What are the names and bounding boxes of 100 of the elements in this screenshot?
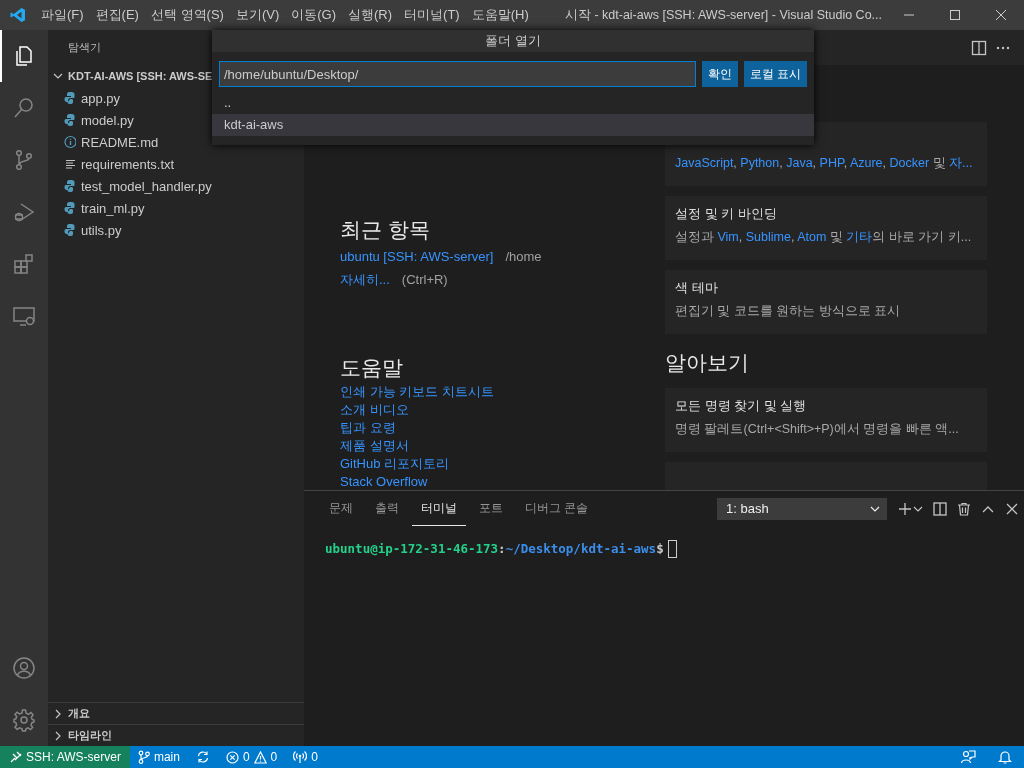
ports-indicator[interactable]: 0	[285, 746, 326, 768]
help-link[interactable]: 팁과 요령	[340, 419, 396, 437]
close-icon[interactable]	[995, 9, 1007, 21]
section-header[interactable]: 타임라인	[68, 728, 112, 743]
file-name[interactable]: README.md	[81, 134, 159, 150]
text-file-icon	[64, 157, 76, 171]
panel-tab[interactable]: 문제	[320, 491, 362, 526]
card-description: 설정과 Vim, Sublime, Atom 및 기타의 바로 가기 키...	[675, 229, 973, 246]
remote-icon	[10, 751, 22, 763]
card-background[interactable]: 모든 명령 찾기 및 실행 명령 팔레트(Ctrl+<Shift>+P)에서 명령을 빠른 액...	[665, 388, 987, 452]
card-link[interactable]: Java	[786, 156, 813, 170]
card-link[interactable]: 자...	[949, 156, 973, 170]
menu-item[interactable]: 이동(G)	[285, 0, 343, 30]
help-link[interactable]: 인쇄 가능 키보드 치트시트	[340, 383, 494, 401]
file-name[interactable]: model.py	[81, 112, 134, 128]
extensions-icon[interactable]	[12, 252, 36, 276]
section-heading: 도움말	[340, 355, 404, 381]
file-name[interactable]: train_ml.py	[81, 200, 145, 216]
section-header[interactable]: 개요	[68, 706, 90, 721]
recent-link[interactable]: ubuntu [SSH: AWS-server]	[340, 249, 494, 264]
close-icon[interactable]	[1005, 501, 1019, 516]
card-link[interactable]: Vim	[717, 230, 739, 244]
plus-icon[interactable]	[898, 501, 912, 516]
panel-tab[interactable]: 출력	[366, 491, 408, 526]
remote-indicator[interactable]: SSH: AWS-server	[0, 746, 130, 768]
card-link[interactable]: Sublime	[745, 230, 791, 244]
account-icon[interactable]	[12, 656, 36, 680]
recent-detail: /home	[505, 249, 542, 264]
problems-indicator[interactable]: 0 0	[217, 746, 286, 768]
menu-item[interactable]: 도움말(H)	[465, 0, 535, 30]
help-link[interactable]: 소개 비디오	[340, 401, 409, 419]
terminal-dropdown[interactable]: 1: bash	[717, 497, 887, 520]
maximize-icon[interactable]	[949, 9, 961, 21]
info-icon	[64, 135, 76, 149]
card-link[interactable]: Atom	[797, 230, 827, 244]
card-link[interactable]: Docker	[889, 156, 930, 170]
split-editor-icon[interactable]	[971, 39, 987, 56]
panel-tab[interactable]: 터미널	[412, 491, 466, 526]
card-title: 모든 명령 찾기 및 실행	[675, 397, 808, 415]
trash-icon[interactable]	[957, 501, 971, 516]
folder-list-item[interactable]: ..	[212, 92, 814, 114]
help-link[interactable]: Stack Overflow	[340, 473, 428, 490]
antenna-icon	[293, 750, 308, 764]
python-file-icon	[64, 179, 76, 193]
path-input-field[interactable]: /home/ubuntu/Desktop/	[219, 61, 696, 87]
card-link[interactable]: PHP	[819, 156, 844, 170]
remote-explorer-icon[interactable]	[12, 304, 36, 328]
section-heading: 최근 항목	[340, 217, 431, 243]
search-icon[interactable]	[12, 96, 36, 120]
dialog-button[interactable]: 로컬 표시	[743, 61, 807, 87]
card-description: 편집기 및 코드를 원하는 방식으로 표시	[675, 303, 902, 320]
card-background[interactable]: 설정 및 키 바인딩 설정과 Vim, Sublime, Atom 및 기타의 바로 가기 키...	[665, 196, 987, 260]
panel-tab[interactable]: 디버그 콘솔	[516, 491, 598, 526]
menu-item[interactable]: 편집(E)	[89, 0, 145, 30]
card-description: JavaScript, Python, Java, PHP, Azure, Docker 및 자...	[675, 155, 974, 172]
file-name[interactable]: requirements.txt	[81, 156, 175, 172]
warning-icon	[253, 750, 267, 764]
dropdown-value: 1: bash	[726, 501, 769, 516]
sidebar-title: 탐색기	[67, 40, 102, 55]
python-file-icon	[64, 113, 76, 127]
window-title: 시작 - kdt-ai-aws [SSH: AWS-server] - Visual Studio Co...	[563, 6, 883, 24]
split-terminal-icon[interactable]	[933, 501, 947, 516]
folder-name[interactable]: KDT-AI-AWS [SSH: AWS-SE	[68, 70, 213, 82]
file-name[interactable]: utils.py	[81, 222, 122, 238]
file-name[interactable]: app.py	[81, 90, 121, 106]
section-heading: 알아보기	[665, 350, 750, 376]
terminal-cursor	[667, 540, 677, 558]
recent-link[interactable]: 자세히...	[340, 272, 390, 287]
menu-item[interactable]: 실행(R)	[342, 0, 399, 30]
python-file-icon	[64, 223, 76, 237]
editor-logo-icon	[10, 7, 26, 23]
card-title: 색 테마	[675, 279, 719, 297]
menu-item[interactable]: 터미널(T)	[398, 0, 466, 30]
bell-icon	[998, 749, 1012, 765]
card-background[interactable]: 색 테마 편집기 및 코드를 원하는 방식으로 표시	[665, 270, 987, 334]
card-link[interactable]: Azure	[849, 156, 883, 170]
dialog-button[interactable]: 확인	[701, 61, 738, 87]
branch-indicator[interactable]: main	[129, 746, 188, 768]
menu-item[interactable]: 파일(F)	[35, 0, 90, 30]
folder-list-item[interactable]: kdt-ai-aws	[212, 114, 814, 136]
card-title: 설정 및 키 바인딩	[675, 205, 778, 223]
dialog-title: 폴더 열기	[212, 30, 814, 52]
feedback-icon	[960, 749, 976, 765]
help-link[interactable]: GitHub 리포지토리	[340, 455, 450, 473]
recent-detail: (Ctrl+R)	[401, 272, 448, 287]
menu-item[interactable]: 선택 영역(S)	[144, 0, 230, 30]
menu-item[interactable]: 보기(V)	[229, 0, 286, 30]
sync-icon	[195, 750, 210, 764]
panel-tab[interactable]: 포트	[470, 491, 512, 526]
python-file-icon	[64, 201, 76, 215]
card-description: 명령 팔레트(Ctrl+<Shift>+P)에서 명령을 빠른 액...	[675, 421, 960, 438]
file-name[interactable]: test_model_handler.py	[81, 178, 212, 194]
error-icon	[225, 750, 239, 764]
settings-icon[interactable]	[12, 708, 36, 732]
branch-icon	[137, 750, 150, 764]
help-link[interactable]: 제품 설명서	[340, 437, 409, 455]
run-debug-icon[interactable]	[12, 200, 36, 224]
card-link[interactable]: 기타	[846, 230, 873, 244]
python-file-icon	[64, 91, 76, 105]
terminal-prompt: ubuntu@ip-172-31-46-173:~/Desktop/kdt-ai-aws$	[325, 540, 664, 558]
